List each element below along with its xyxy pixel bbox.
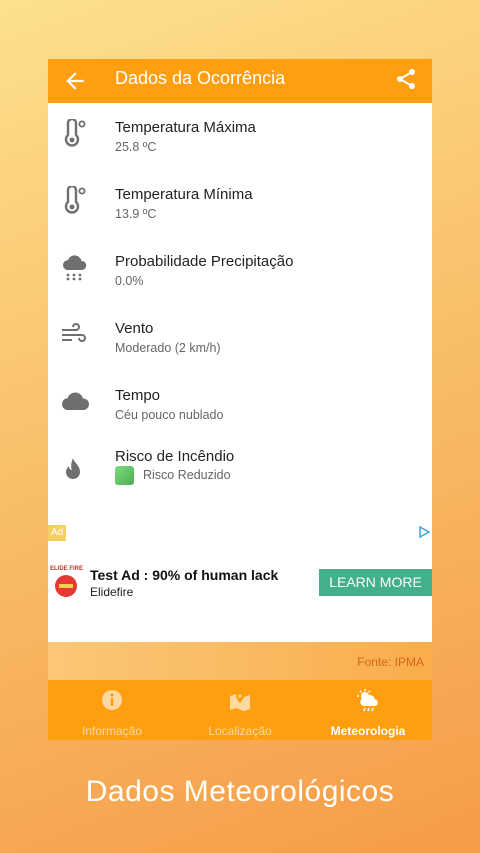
risk-level-indicator bbox=[115, 466, 134, 485]
tab-label: Localização bbox=[208, 724, 272, 738]
page-title: Dados da Ocorrência bbox=[115, 68, 286, 88]
item-label: Temperatura Máxima bbox=[115, 119, 256, 136]
adchoices-icon[interactable] bbox=[418, 526, 430, 538]
weather-icon bbox=[357, 689, 378, 712]
item-value: 25.8 ºC bbox=[115, 140, 157, 154]
list-item-min-temp: Temperatura Mínima 13.9 ºC bbox=[48, 170, 432, 237]
promo-caption: Dados Meteorológicos bbox=[85, 775, 395, 808]
rain-cloud-icon bbox=[62, 255, 87, 281]
arrow-back-icon[interactable] bbox=[62, 68, 88, 94]
cloud-icon bbox=[62, 392, 90, 410]
item-label: Vento bbox=[115, 320, 154, 337]
fire-icon bbox=[66, 458, 80, 479]
item-label: Probabilidade Precipitação bbox=[115, 253, 294, 270]
tab-meteorologia[interactable]: Meteorologia bbox=[304, 680, 432, 740]
risk-level-text: Risco Reduzido bbox=[143, 468, 231, 482]
ad-title: Test Ad : 90% of human lack bbox=[90, 567, 279, 583]
tab-localizacao[interactable]: Localização bbox=[176, 680, 304, 740]
source-label: Fonte: IPMA bbox=[357, 655, 424, 669]
list-item-precipitation: Probabilidade Precipitação 0.0% bbox=[48, 237, 432, 304]
thermometer-icon bbox=[64, 119, 86, 147]
thermometer-icon bbox=[64, 186, 86, 214]
list-item-fire-risk: Risco de Incêndio Risco Reduzido bbox=[48, 438, 432, 505]
app-bar: Dados da Ocorrência bbox=[48, 59, 432, 103]
app-screen: Dados da Ocorrência Temperatura Máxima 2… bbox=[48, 59, 432, 740]
ad-banner[interactable]: Ad ELIDE FIRE Test Ad : 90% of human lac… bbox=[48, 524, 432, 642]
item-label: Tempo bbox=[115, 387, 161, 404]
item-value: 0.0% bbox=[115, 274, 144, 288]
learn-more-button[interactable]: LEARN MORE bbox=[319, 569, 432, 596]
tab-informacao[interactable]: Informação bbox=[48, 680, 176, 740]
extinguisher-ball-icon bbox=[55, 575, 77, 597]
list-item-weather: Tempo Céu pouco nublado bbox=[48, 371, 432, 438]
item-label: Risco de Incêndio bbox=[115, 448, 235, 465]
info-icon bbox=[102, 690, 122, 710]
item-value: Céu pouco nublado bbox=[115, 408, 224, 422]
source-bar: Fonte: IPMA bbox=[48, 642, 432, 680]
wind-icon bbox=[62, 323, 86, 342]
advertiser-logo: ELIDE FIRE bbox=[50, 566, 86, 602]
ad-badge: Ad bbox=[48, 525, 67, 541]
list-item-wind: Vento Moderado (2 km/h) bbox=[48, 304, 432, 371]
item-label: Temperatura Mínima bbox=[115, 186, 253, 203]
tab-label: Meteorologia bbox=[330, 724, 406, 738]
logo-text: ELIDE FIRE bbox=[50, 566, 84, 572]
bottom-navigation: Informação Localização Meteorologia bbox=[48, 680, 432, 740]
map-icon bbox=[230, 692, 250, 711]
item-value: 13.9 ºC bbox=[115, 207, 157, 221]
ad-advertiser: Elidefire bbox=[90, 585, 134, 599]
list-item-max-temp: Temperatura Máxima 25.8 ºC bbox=[48, 103, 432, 170]
tab-label: Informação bbox=[81, 724, 143, 738]
item-value: Moderado (2 km/h) bbox=[115, 341, 221, 355]
share-icon[interactable] bbox=[394, 67, 418, 91]
